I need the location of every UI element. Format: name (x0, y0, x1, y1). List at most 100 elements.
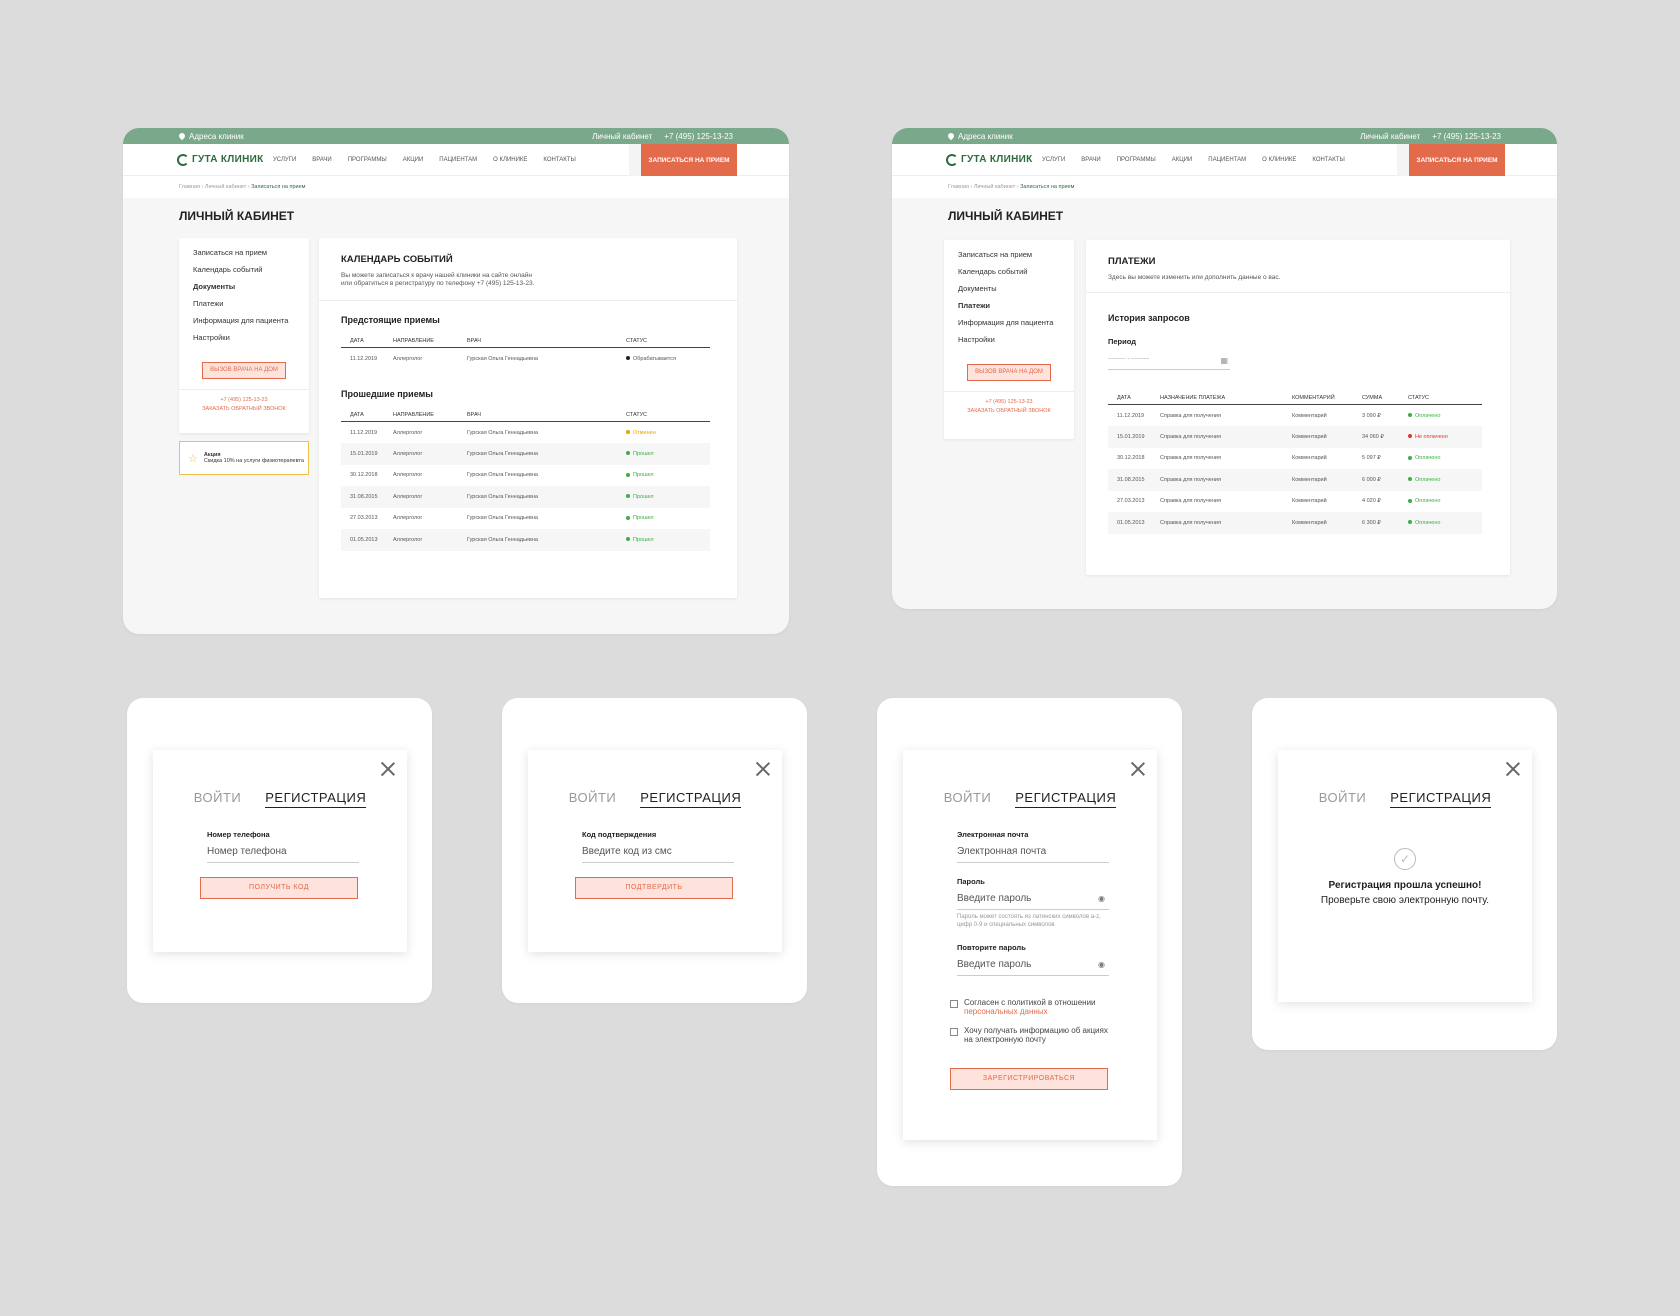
home-visit-button[interactable]: ВЫЗОВ ВРАЧА НА ДОМ (967, 364, 1051, 381)
breadcrumb-home[interactable]: Главная (179, 184, 200, 190)
status-dot (1408, 498, 1412, 503)
col-date: ДАТА (341, 335, 384, 348)
table-row[interactable]: 11.12.2019 Аллерголог Гурская Ольга Геннад… (341, 422, 710, 444)
confirm-button[interactable]: ПОДТВЕРДИТЬ (575, 877, 733, 899)
phone-link[interactable]: +7 (495) 125-13-23 (1432, 132, 1501, 141)
account-link[interactable]: Личный кабинет (592, 132, 652, 141)
sidebar-item-patient-info[interactable]: Информация для пациента (193, 316, 295, 333)
sidebar-item-calendar[interactable]: Календарь событий (958, 267, 1060, 284)
table-row[interactable]: 31.08.2015 Аллерголог Гурская Ольга Геннад… (341, 486, 710, 508)
close-icon[interactable] (379, 760, 397, 778)
callback-link[interactable]: ЗАКАЗАТЬ ОБРАТНЫЙ ЗВОНОК (944, 407, 1074, 416)
main-nav: УСЛУГИ ВРАЧИ ПРОГРАММЫ АКЦИИ ПАЦИЕНТАМ О… (273, 157, 576, 163)
sidebar-phone[interactable]: +7 (495) 125-13-23 (179, 396, 309, 405)
account-sidebar: Записаться на прием Календарь событий До… (944, 240, 1074, 439)
phone-link[interactable]: +7 (495) 125-13-23 (664, 132, 733, 141)
table-row[interactable]: 30.12.2018 Аллерголог Гурская Ольга Геннад… (341, 465, 710, 487)
register-email-modal: ВОЙТИ РЕГИСТРАЦИЯ Электронная почта Электр… (903, 750, 1157, 1140)
tab-register[interactable]: РЕГИСТРАЦИЯ (265, 790, 367, 808)
password-input[interactable]: Введите пароль ◉ (957, 893, 1109, 910)
book-appointment-button[interactable]: ЗАПИСАТЬСЯ НА ПРИЕМ (641, 144, 737, 176)
calendar-desc-1: Вы можете записаться к врачу нашей клини… (341, 272, 532, 279)
nav-item[interactable]: ВРАЧИ (1081, 157, 1100, 163)
home-visit-button[interactable]: ВЫЗОВ ВРАЧА НА ДОМ (202, 362, 286, 379)
payments-panel: ПЛАТЕЖИ Здесь вы можете изменить или доп… (1086, 240, 1510, 575)
logo[interactable]: ГУТА КЛИНИК (946, 153, 1036, 166)
calendar-icon[interactable]: ▦ (1220, 356, 1228, 365)
period-input[interactable]: --------- - --------- ▦ (1108, 356, 1230, 370)
sidebar-item-calendar[interactable]: Календарь событий (193, 265, 295, 282)
code-input[interactable]: Введите код из смс (582, 846, 734, 863)
nav-item[interactable]: КОНТАКТЫ (543, 157, 575, 163)
nav-item[interactable]: ВРАЧИ (312, 157, 331, 163)
clinic-addresses-link[interactable]: Адреса клиник (177, 132, 244, 141)
eye-icon[interactable]: ◉ (1098, 960, 1105, 969)
newsletter-checkbox[interactable] (950, 1028, 958, 1036)
tab-login[interactable]: ВОЙТИ (194, 790, 241, 808)
get-code-button[interactable]: ПОЛУЧИТЬ КОД (200, 877, 358, 899)
tab-register[interactable]: РЕГИСТРАЦИЯ (1390, 790, 1492, 808)
nav-item[interactable]: УСЛУГИ (1042, 157, 1065, 163)
account-link[interactable]: Личный кабинет (1360, 132, 1420, 141)
status-dot (1408, 520, 1412, 525)
sidebar-item-payments[interactable]: Платежи (958, 301, 1060, 318)
table-row[interactable]: 15.01.2019 Справка для получения Комментар… (1108, 426, 1482, 448)
payments-title: ПЛАТЕЖИ (1108, 256, 1156, 267)
sidebar-item-payments[interactable]: Платежи (193, 299, 295, 316)
breadcrumb-account[interactable]: Личный кабинет (205, 184, 246, 190)
close-icon[interactable] (1129, 760, 1147, 778)
table-row[interactable]: 01.05.2013 Аллерголог Гурская Ольга Геннад… (341, 529, 710, 551)
tab-login[interactable]: ВОЙТИ (944, 790, 991, 808)
nav-item[interactable]: КОНТАКТЫ (1312, 157, 1344, 163)
sidebar-item-appointment[interactable]: Записаться на прием (958, 250, 1060, 267)
privacy-link[interactable]: персональных данных (964, 1007, 1048, 1016)
header: ГУТА КЛИНИК УСЛУГИ ВРАЧИ ПРОГРАММЫ АКЦИИ… (892, 144, 1557, 176)
tab-login[interactable]: ВОЙТИ (1319, 790, 1366, 808)
clinic-addresses-link[interactable]: Адреса клиник (946, 132, 1013, 141)
eye-icon[interactable]: ◉ (1098, 894, 1105, 903)
repeat-password-label: Повторите пароль (957, 943, 1026, 952)
sidebar-item-documents[interactable]: Документы (958, 284, 1060, 301)
repeat-password-input[interactable]: Введите пароль ◉ (957, 959, 1109, 976)
logo[interactable]: ГУТА КЛИНИК (177, 153, 267, 166)
table-row[interactable]: 27.03.2013 Аллерголог Гурская Ольга Геннад… (341, 508, 710, 530)
nav-item[interactable]: ПАЦИЕНТАМ (1208, 157, 1246, 163)
nav-item[interactable]: АКЦИИ (1172, 157, 1193, 163)
close-icon[interactable] (754, 760, 772, 778)
nav-item[interactable]: ПАЦИЕНТАМ (439, 157, 477, 163)
consent-checkbox-row[interactable]: Согласен с политикой в отношении персонал… (950, 998, 1157, 1016)
sidebar-item-settings[interactable]: Настройки (958, 335, 1060, 352)
nav-item[interactable]: ПРОГРАММЫ (348, 157, 387, 163)
status-dot (1408, 455, 1412, 460)
table-row[interactable]: 01.05.2013 Справка для получения Комментар… (1108, 512, 1482, 534)
promo-card[interactable]: ☆ Акция Скидка 10% на услуги физиотерапев… (179, 441, 309, 475)
phone-input[interactable]: Номер телефона (207, 846, 359, 863)
nav-item[interactable]: АКЦИИ (403, 157, 424, 163)
tab-login[interactable]: ВОЙТИ (569, 790, 616, 808)
nav-item[interactable]: О КЛИНИКЕ (1262, 157, 1296, 163)
tab-register[interactable]: РЕГИСТРАЦИЯ (640, 790, 742, 808)
table-row[interactable]: 31.08.2015 Справка для получения Комментар… (1108, 469, 1482, 491)
book-appointment-button[interactable]: ЗАПИСАТЬСЯ НА ПРИЕМ (1409, 144, 1505, 176)
register-button[interactable]: ЗАРЕГИСТРИРОВАТЬСЯ (950, 1068, 1108, 1090)
sidebar-phone[interactable]: +7 (495) 125-13-23 (944, 398, 1074, 407)
tab-register[interactable]: РЕГИСТРАЦИЯ (1015, 790, 1117, 808)
nav-item[interactable]: УСЛУГИ (273, 157, 296, 163)
nav-item[interactable]: ПРОГРАММЫ (1117, 157, 1156, 163)
table-row[interactable]: 30.12.2018 Справка для получения Комментар… (1108, 448, 1482, 470)
table-row[interactable]: 27.03.2013 Справка для получения Комментар… (1108, 491, 1482, 513)
callback-link[interactable]: ЗАКАЗАТЬ ОБРАТНЫЙ ЗВОНОК (179, 405, 309, 414)
table-row[interactable]: 11.12.2019 Аллерголог Гурская Ольга Генн… (341, 348, 710, 370)
sidebar-item-settings[interactable]: Настройки (193, 333, 295, 350)
status-dot (1408, 477, 1412, 482)
newsletter-checkbox-row[interactable]: Хочу получать информацию об акциях на эл… (950, 1026, 1110, 1044)
table-row[interactable]: 11.12.2019 Справка для получения Комментар… (1108, 405, 1482, 427)
table-row[interactable]: 15.01.2019 Аллерголог Гурская Ольга Геннад… (341, 443, 710, 465)
sidebar-item-appointment[interactable]: Записаться на прием (193, 248, 295, 265)
close-icon[interactable] (1504, 760, 1522, 778)
consent-checkbox[interactable] (950, 1000, 958, 1008)
sidebar-item-documents[interactable]: Документы (193, 282, 295, 299)
email-input[interactable]: Электронная почта (957, 846, 1109, 863)
sidebar-item-patient-info[interactable]: Информация для пациента (958, 318, 1060, 335)
nav-item[interactable]: О КЛИНИКЕ (493, 157, 527, 163)
